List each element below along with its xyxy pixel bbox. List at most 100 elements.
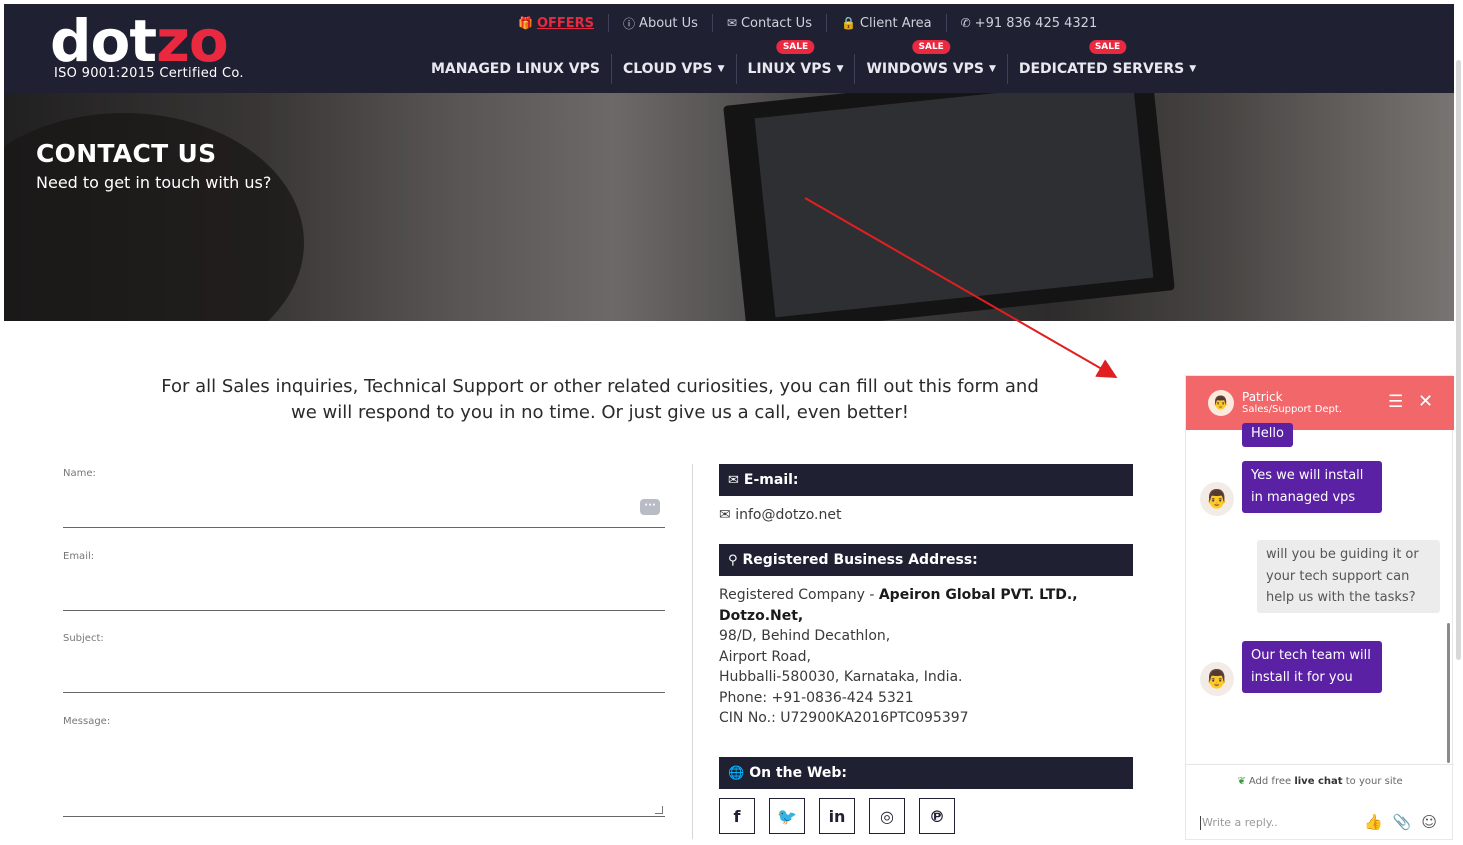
agent-name: Patrick bbox=[1242, 390, 1283, 404]
contact-link[interactable]: Contact Us bbox=[741, 16, 812, 31]
subject-input[interactable] bbox=[63, 692, 665, 693]
sale-badge: SALE bbox=[1088, 40, 1127, 54]
leaf-icon: ❦ bbox=[1237, 776, 1246, 787]
email-label: Email: bbox=[63, 551, 95, 562]
thumbs-up-icon[interactable]: 👍 bbox=[1364, 813, 1383, 831]
message-field[interactable]: Message: bbox=[63, 716, 665, 817]
promo-bold: live chat bbox=[1294, 776, 1343, 787]
name-label: Name: bbox=[63, 468, 96, 479]
nav-cloud-vps[interactable]: CLOUD VPS ▼ bbox=[612, 54, 737, 84]
name-field[interactable]: Name: bbox=[63, 468, 665, 528]
address-line-2: Airport Road, bbox=[719, 648, 811, 665]
name-input[interactable] bbox=[63, 527, 665, 528]
topbar-client[interactable]: 🔒 Client Area bbox=[827, 14, 947, 32]
topbar-phone[interactable]: ✆ +91 836 425 4321 bbox=[947, 14, 1112, 32]
topbar-offers[interactable]: 🎁 OFFERS bbox=[504, 14, 610, 32]
promo-suffix: to your site bbox=[1342, 776, 1403, 787]
chat-header[interactable]: 👨 Patrick Sales/Support Dept. ☰ ✕ bbox=[1186, 376, 1454, 430]
instagram-icon[interactable]: ◎ bbox=[869, 798, 905, 834]
nav-label: MANAGED LINUX VPS bbox=[431, 61, 600, 77]
reg-company-label: Registered Company - bbox=[719, 587, 879, 603]
about-link[interactable]: About Us bbox=[639, 16, 698, 31]
resize-handle-icon[interactable] bbox=[655, 806, 663, 814]
top-bar: 🎁 OFFERS ⓘ About Us ✉ Contact Us 🔒 Client Ar… bbox=[504, 14, 1111, 32]
nav-managed-linux-vps[interactable]: MANAGED LINUX VPS bbox=[420, 54, 612, 84]
facebook-icon[interactable]: f bbox=[719, 798, 755, 834]
dotzo-name: Dotzo.Net, bbox=[719, 607, 804, 624]
address-heading-text: Registered Business Address: bbox=[742, 552, 978, 568]
chat-message-user: will you be guiding it or your tech supp… bbox=[1257, 540, 1440, 613]
gift-icon: 🎁 bbox=[518, 16, 533, 30]
emoji-icon[interactable]: ☺ bbox=[1421, 813, 1437, 831]
logo-text-zo: zo bbox=[156, 7, 229, 75]
intro-text: For all Sales inquiries, Technical Suppo… bbox=[161, 376, 1039, 423]
dotzo-logo[interactable]: dotzo ISO 9001:2015 Certified Co. bbox=[50, 10, 244, 81]
company-name: Apeiron Global PVT. LTD., bbox=[878, 587, 1078, 603]
chat-divider bbox=[1186, 764, 1454, 765]
email-heading-text: E-mail: bbox=[743, 472, 799, 488]
address-block: Registered Company - Apeiron Global PVT.… bbox=[719, 585, 1078, 729]
chat-reply-input[interactable]: Write a reply.. bbox=[1200, 816, 1278, 830]
email-address[interactable]: info@dotzo.net bbox=[735, 507, 841, 523]
nav-windows-vps[interactable]: SALE WINDOWS VPS ▼ bbox=[855, 40, 1008, 84]
message-textarea[interactable] bbox=[63, 816, 665, 817]
email-input[interactable] bbox=[63, 610, 665, 611]
web-heading-text: On the Web: bbox=[749, 765, 848, 781]
chat-message-agent: Yes we will install in managed vps bbox=[1242, 461, 1382, 513]
chat-message-agent: Hello bbox=[1242, 423, 1293, 447]
nav-linux-vps[interactable]: SALE LINUX VPS ▼ bbox=[737, 40, 856, 84]
topbar-about[interactable]: ⓘ About Us bbox=[609, 14, 713, 32]
autofill-icon[interactable]: ··· bbox=[640, 499, 660, 515]
lock-icon: 🔒 bbox=[840, 16, 856, 30]
menu-icon[interactable]: ☰ bbox=[1388, 392, 1403, 412]
page-scrollbar[interactable] bbox=[1456, 60, 1461, 660]
hero-banner: CONTACT US Need to get in touch with us? bbox=[4, 93, 1454, 321]
caret-down-icon: ▼ bbox=[988, 64, 996, 74]
nav-label: CLOUD VPS bbox=[622, 61, 713, 77]
address-line-3: Hubballi-580030, Karnataka, India. bbox=[719, 669, 963, 685]
chat-promo[interactable]: ❦ Add free live chat to your site bbox=[1186, 776, 1454, 787]
close-icon[interactable]: ✕ bbox=[1418, 391, 1433, 412]
column-divider bbox=[692, 464, 693, 839]
address-line-1: 98/D, Behind Decathlon, bbox=[719, 628, 891, 644]
nav-label: DEDICATED SERVERS bbox=[1018, 61, 1185, 77]
message-label: Message: bbox=[63, 716, 111, 727]
cin-number: CIN No.: U72900KA2016PTC095397 bbox=[719, 710, 969, 726]
main-nav: MANAGED LINUX VPS CLOUD VPS ▼ SALE LINUX V… bbox=[420, 40, 1207, 84]
globe-icon: 🌐 bbox=[728, 765, 745, 781]
hero-overlay bbox=[4, 93, 1454, 321]
client-area-link[interactable]: Client Area bbox=[860, 16, 932, 31]
subject-label: Subject: bbox=[63, 633, 104, 644]
linkedin-icon[interactable]: in bbox=[819, 798, 855, 834]
page-title: CONTACT US bbox=[36, 139, 217, 168]
pinterest-icon[interactable]: ℗ bbox=[919, 798, 955, 834]
nav-label: LINUX VPS bbox=[747, 61, 832, 77]
phone-icon: ✆ bbox=[960, 16, 971, 30]
caret-down-icon: ▼ bbox=[1189, 64, 1197, 74]
offers-link[interactable]: OFFERS bbox=[537, 16, 594, 31]
twitter-icon[interactable]: 🐦 bbox=[769, 798, 805, 834]
sale-badge: SALE bbox=[776, 40, 815, 54]
page-subtitle: Need to get in touch with us? bbox=[36, 173, 272, 192]
envelope-icon: ✉ bbox=[719, 507, 731, 523]
logo-text-dot: dot bbox=[50, 7, 157, 75]
agent-dept: Sales/Support Dept. bbox=[1242, 404, 1342, 415]
promo-prefix: Add free bbox=[1248, 776, 1295, 787]
site-header: dotzo ISO 9001:2015 Certified Co. 🎁 OFFER… bbox=[4, 4, 1454, 93]
web-heading: 🌐 On the Web: bbox=[719, 757, 1133, 789]
envelope-icon: ✉ bbox=[726, 16, 737, 30]
paperclip-icon[interactable]: 📎 bbox=[1393, 813, 1412, 831]
topbar-contact[interactable]: ✉ Contact Us bbox=[713, 14, 827, 32]
nav-dedicated-servers[interactable]: SALE DEDICATED SERVERS ▼ bbox=[1008, 40, 1207, 84]
subject-field[interactable]: Subject: bbox=[63, 633, 665, 693]
email-field[interactable]: Email: bbox=[63, 551, 665, 611]
nav-label: WINDOWS VPS bbox=[866, 61, 984, 77]
map-marker-icon: ⚲ bbox=[728, 552, 738, 568]
phone-link[interactable]: +91 836 425 4321 bbox=[975, 16, 1098, 31]
caret-down-icon: ▼ bbox=[836, 64, 844, 74]
email-heading: ✉ E-mail: bbox=[719, 464, 1133, 496]
sale-badge: SALE bbox=[912, 40, 950, 54]
envelope-icon: ✉ bbox=[728, 472, 739, 488]
email-info[interactable]: ✉ info@dotzo.net bbox=[719, 505, 841, 526]
chat-scrollbar[interactable] bbox=[1447, 623, 1450, 763]
